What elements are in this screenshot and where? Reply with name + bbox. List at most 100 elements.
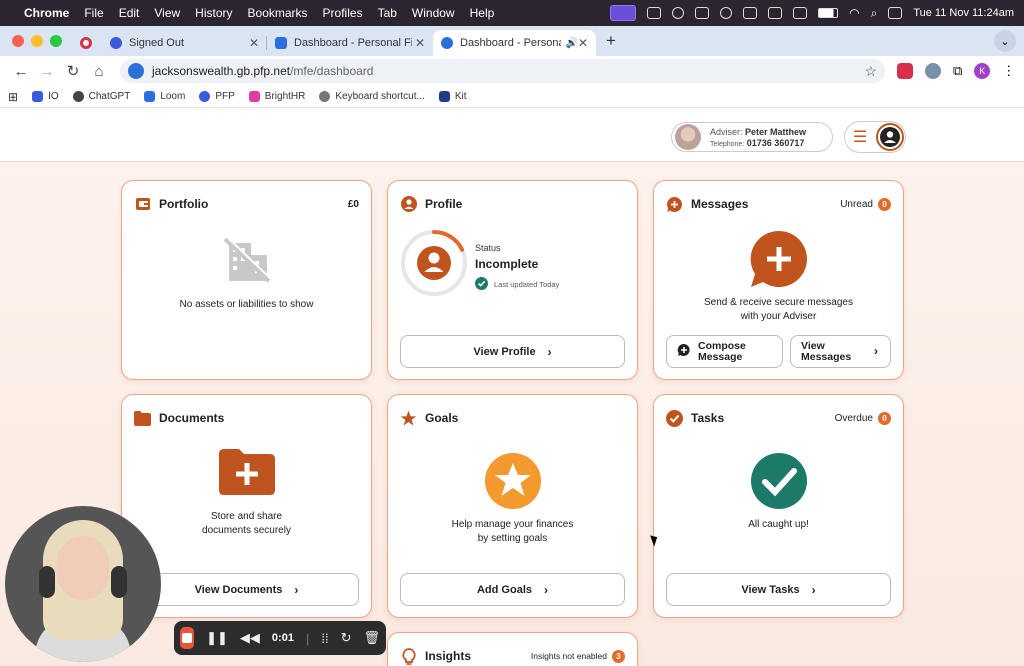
view-messages-button[interactable]: View Messages › (790, 335, 891, 368)
bookmark-keyboard-shortcut[interactable]: Keyboard shortcut... (319, 91, 425, 102)
grid-icon[interactable]: ⁞⁞ (321, 631, 328, 646)
audio-icon[interactable] (647, 7, 662, 19)
view-messages-label-line1: View (801, 339, 825, 352)
back-arrow-icon[interactable]: ← (8, 63, 34, 80)
chrome-menu-icon[interactable]: ⋮ (1002, 63, 1015, 79)
account-user-icon[interactable] (876, 123, 904, 151)
bookmark-chatgpt[interactable]: ChatGPT (72, 91, 130, 102)
url-path: /mfe/dashboard (290, 64, 374, 78)
stop-recording-button[interactable] (180, 627, 195, 649)
unread-count-badge: 0 (878, 197, 891, 211)
kit-icon (438, 91, 450, 102)
goals-text-line1: Help manage your finances (451, 519, 574, 530)
menu-help[interactable]: Help (470, 6, 495, 20)
sliders-icon[interactable]: ☰ (845, 127, 875, 147)
clipboard-icon[interactable] (793, 7, 808, 19)
tab-signed-out[interactable]: Signed Out ✕ (102, 30, 267, 56)
button-label: View Profile (473, 345, 536, 358)
dropbox-icon[interactable] (695, 7, 710, 19)
headset-icon (111, 566, 127, 598)
pause-icon[interactable]: ❚❚ (206, 630, 228, 646)
bookmark-io[interactable]: IO (32, 91, 59, 102)
menubar-clock[interactable]: Tue 11 Nov 11:24am (913, 7, 1014, 19)
control-center-icon[interactable] (888, 7, 903, 19)
tab-label: Signed Out (129, 37, 185, 49)
button-label: Add Goals (476, 583, 532, 596)
profile-progress-ring (401, 230, 467, 296)
bookmark-loom[interactable]: Loom (144, 91, 185, 102)
chevron-right-icon: › (874, 344, 878, 358)
close-window-button[interactable] (12, 35, 24, 47)
goal-star-circle-icon (484, 452, 542, 515)
menu-bookmarks[interactable]: Bookmarks (248, 6, 308, 20)
extension-record-icon[interactable] (897, 63, 913, 79)
extensions-puzzle-icon[interactable]: ⧉ (953, 63, 962, 79)
extension-icon[interactable] (925, 63, 941, 79)
rewind-icon[interactable]: ◀◀ (240, 630, 260, 646)
tasks-card[interactable]: Tasks Overdue 0 All caught up! View Tasks… (653, 394, 904, 618)
speaker-icon[interactable]: 🔊 (565, 38, 577, 49)
messages-card[interactable]: Messages Unread 0 Send & receive secure m… (653, 180, 904, 380)
webcam-bubble[interactable] (5, 506, 161, 662)
tab-dashboard-active[interactable]: Dashboard - Personal Fin 🔊 ✕ (433, 30, 596, 56)
close-tab-icon[interactable]: ✕ (249, 36, 259, 50)
insights-card[interactable]: Insights Insights not enabled 3 (387, 632, 638, 666)
restart-icon[interactable]: ↻ (341, 630, 352, 646)
goals-card[interactable]: Goals Help manage your finances by setti… (387, 394, 638, 618)
tab-dashboard-1[interactable]: Dashboard - Personal Financ... ✕ (267, 30, 433, 56)
view-tasks-button[interactable]: View Tasks › (666, 573, 891, 606)
new-tab-button[interactable]: + (596, 31, 626, 56)
menu-file[interactable]: File (84, 6, 103, 20)
menu-history[interactable]: History (195, 6, 232, 20)
compose-message-button[interactable]: Compose Message (666, 335, 783, 368)
wifi-icon[interactable]: ◠ (849, 6, 859, 20)
home-icon[interactable]: ⌂ (86, 63, 112, 80)
bookmark-pfp[interactable]: PFP (199, 91, 235, 102)
search-icon[interactable]: ⌕ (871, 6, 878, 21)
reload-icon[interactable]: ↻ (60, 62, 86, 80)
bookmark-brighthr[interactable]: BrightHR (248, 91, 306, 102)
trash-icon[interactable]: 🗑 (363, 630, 380, 646)
close-tab-icon[interactable]: ✕ (578, 36, 588, 50)
status-icon[interactable] (672, 7, 685, 19)
view-profile-button[interactable]: View Profile › (400, 335, 625, 368)
profile-card[interactable]: Profile Status Incomplete Last updated T… (387, 180, 638, 380)
menu-app-name[interactable]: Chrome (24, 6, 69, 20)
brighthr-icon (248, 91, 260, 102)
forward-arrow-icon[interactable]: → (34, 63, 60, 80)
view-documents-button[interactable]: View Documents › (134, 573, 359, 606)
window-icon[interactable] (743, 7, 758, 19)
apps-grid-icon[interactable]: ⊞ (8, 90, 18, 104)
notion-icon[interactable] (768, 7, 783, 19)
card-title: Messages (691, 197, 749, 211)
bookmark-star-icon[interactable]: ☆ (864, 63, 877, 80)
bookmark-kit[interactable]: Kit (438, 91, 467, 102)
tab-pinned[interactable] (74, 30, 102, 56)
sync-icon[interactable] (720, 7, 733, 19)
header-actions: ☰ (844, 121, 906, 153)
messages-text-line1: Send & receive secure messages (704, 297, 853, 308)
profile-avatar[interactable]: K (974, 63, 991, 79)
address-bar[interactable]: jacksonswealth.gb.pfp.net/mfe/dashboard … (120, 59, 885, 83)
battery-icon[interactable] (818, 8, 839, 18)
bookmark-label: Kit (454, 91, 467, 102)
menu-view[interactable]: View (154, 6, 180, 20)
menu-profiles[interactable]: Profiles (323, 6, 363, 20)
portfolio-card[interactable]: Portfolio £0 No assets or liabilities to… (121, 180, 372, 380)
minimize-window-button[interactable] (31, 35, 43, 47)
browser-toolbar: ← → ↻ ⌂ jacksonswealth.gb.pfp.net/mfe/da… (0, 56, 1024, 86)
add-goals-button[interactable]: Add Goals › (400, 573, 625, 606)
site-info-icon[interactable] (128, 63, 144, 79)
close-tab-icon[interactable]: ✕ (415, 36, 425, 50)
unread-meta: Unread 0 (840, 197, 891, 211)
tab-search-chevron-icon[interactable]: ⌄ (994, 30, 1016, 52)
zoom-window-button[interactable] (50, 35, 62, 47)
adviser-badge[interactable]: Adviser: Peter Matthew Telephone: 01736 … (671, 122, 833, 152)
menu-tab[interactable]: Tab (378, 6, 397, 20)
menu-window[interactable]: Window (412, 6, 455, 20)
screen-recording-icon[interactable] (610, 5, 637, 21)
message-plus-icon (666, 196, 683, 213)
bookmark-label: BrightHR (264, 91, 306, 102)
menu-edit[interactable]: Edit (119, 6, 140, 20)
insights-label: Insights not enabled (530, 651, 607, 661)
